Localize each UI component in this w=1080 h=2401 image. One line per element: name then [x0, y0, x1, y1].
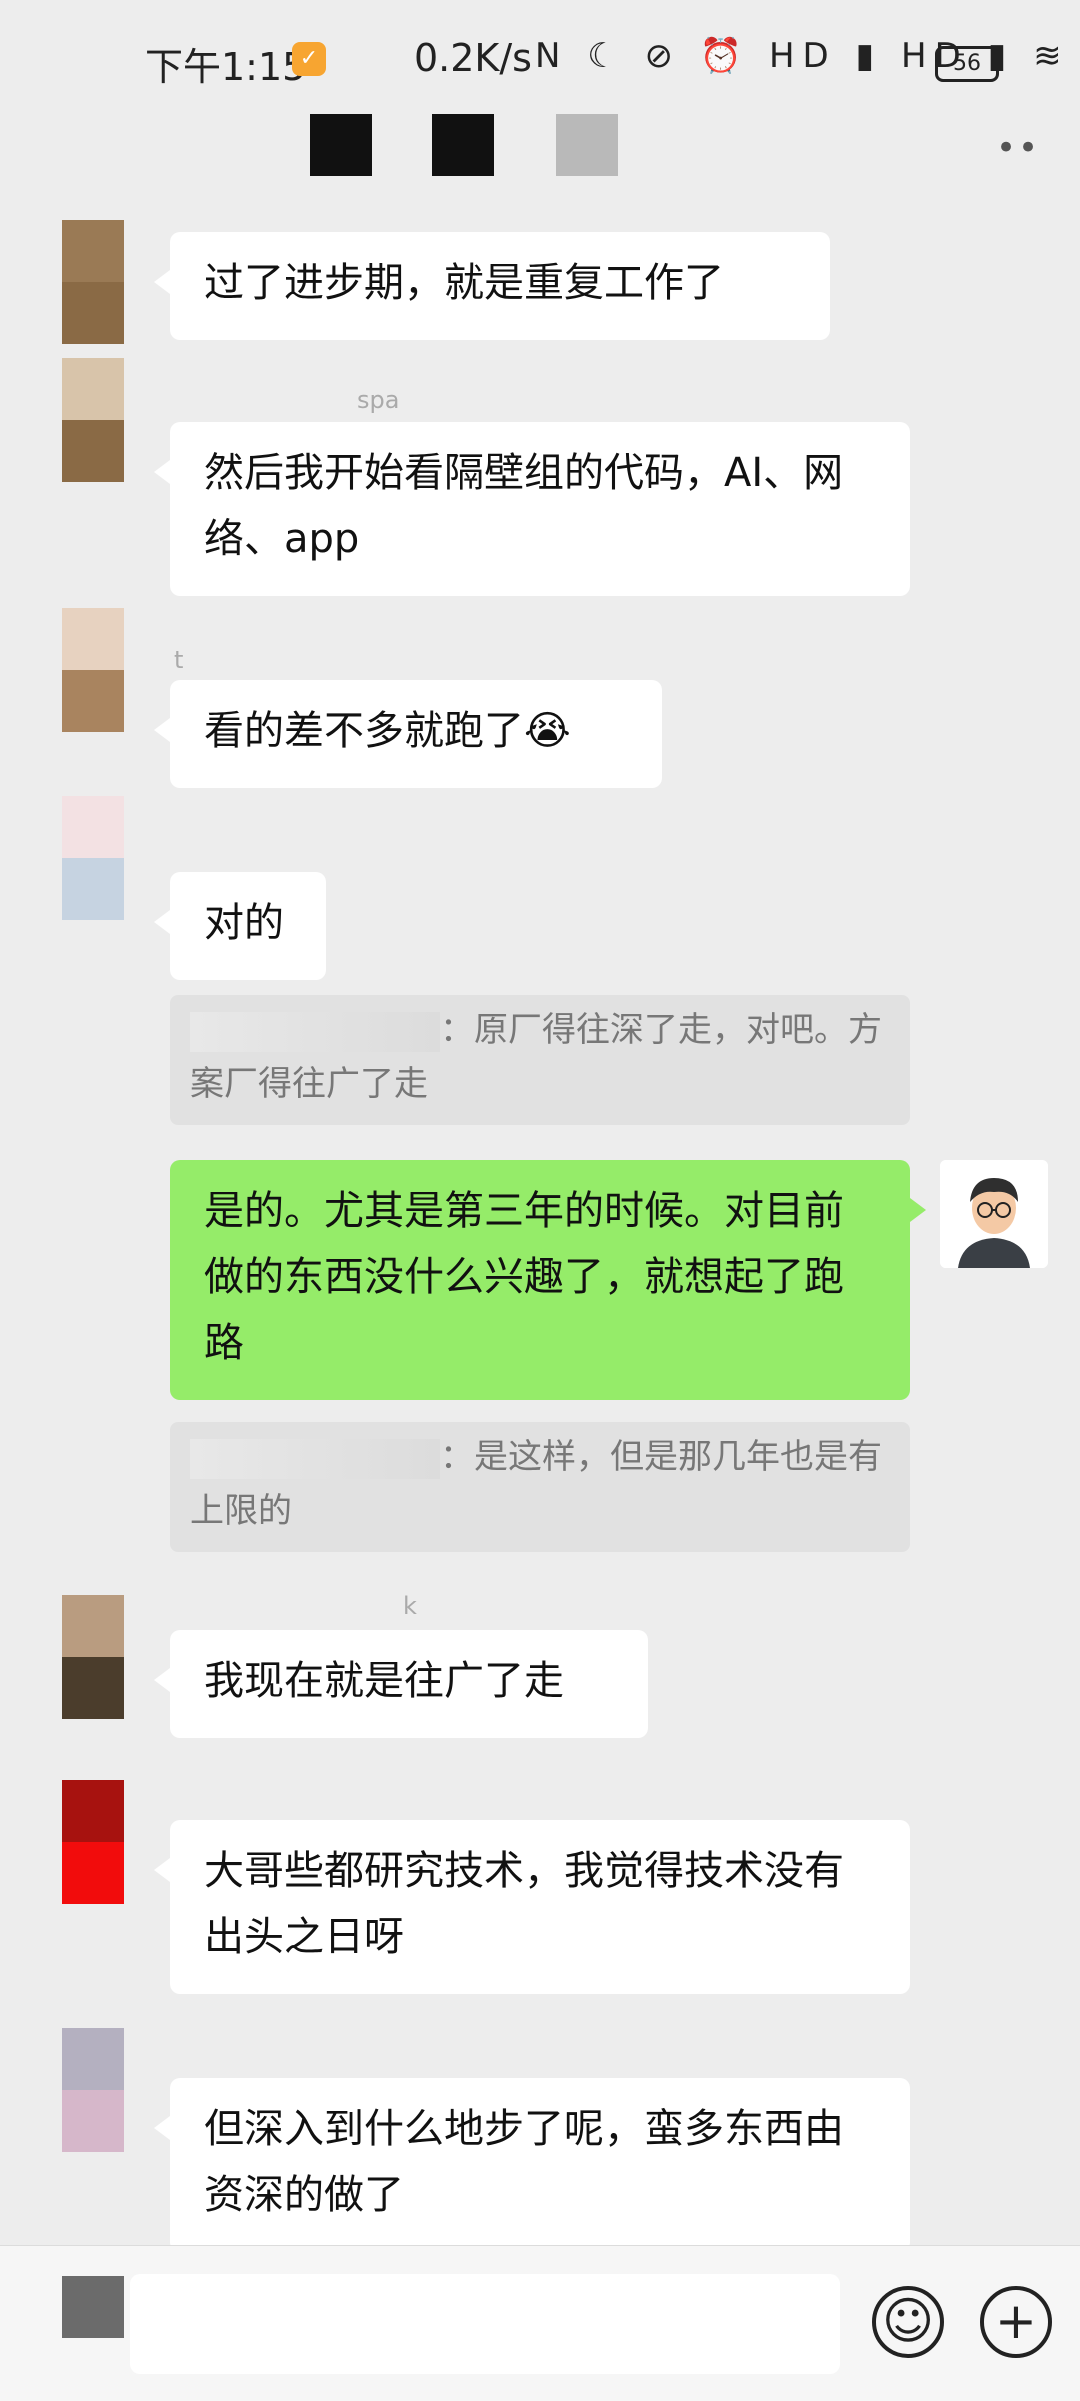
- my-avatar[interactable]: [940, 1160, 1048, 1268]
- message-bubble[interactable]: 对的: [154, 872, 326, 980]
- quoted-reply[interactable]: ：是这样，但是那几年也是有上限的: [170, 1422, 910, 1552]
- battery-icon: 56: [935, 46, 999, 82]
- sender-name: k: [403, 1592, 417, 1620]
- avatar[interactable]: [62, 796, 124, 920]
- message-input-bar: ☺ +: [0, 2245, 1080, 2401]
- chat-list[interactable]: 过了进步期，就是重复工作了 spa 然后我开始看隔壁组的代码，AI、网络、app…: [0, 200, 1080, 2245]
- avatar[interactable]: [62, 358, 124, 482]
- app-badge-icon: ✓: [292, 42, 326, 76]
- avatar[interactable]: [62, 1595, 124, 1719]
- my-message-bubble[interactable]: 是的。尤其是第三年的时候。对目前做的东西没什么兴趣了，就想起了跑路: [170, 1160, 926, 1400]
- title-redaction-3: [556, 114, 618, 176]
- status-time: 下午1:15: [145, 45, 307, 89]
- message-bubble[interactable]: 大哥些都研究技术，我觉得技术没有出头之日呀: [154, 1820, 910, 1994]
- input-side-avatar: [62, 2276, 124, 2338]
- plus-icon[interactable]: +: [980, 2286, 1052, 2358]
- quote-author-redacted: [190, 1438, 440, 1479]
- more-icon[interactable]: ••: [996, 128, 1040, 168]
- sender-name: spa: [357, 386, 400, 414]
- quote-author-redacted: [190, 1011, 440, 1052]
- message-bubble[interactable]: 然后我开始看隔壁组的代码，AI、网络、app: [154, 422, 910, 596]
- avatar[interactable]: [62, 2028, 124, 2152]
- user-avatar-icon: [940, 1160, 1048, 1268]
- message-input[interactable]: [130, 2274, 840, 2374]
- message-bubble[interactable]: 看的差不多就跑了😭: [154, 680, 662, 788]
- message-bubble[interactable]: 我现在就是往广了走: [154, 1630, 648, 1738]
- avatar[interactable]: [62, 608, 124, 732]
- message-bubble[interactable]: 但深入到什么地步了呢，蛮多东西由资深的做了: [154, 2078, 910, 2245]
- title-redaction-1: [310, 114, 372, 176]
- message-bubble[interactable]: 过了进步期，就是重复工作了: [154, 232, 830, 340]
- emoji-icon[interactable]: ☺: [872, 2286, 944, 2358]
- network-speed: 0.2K/s: [414, 36, 532, 80]
- sender-name: t: [174, 646, 184, 674]
- chat-header: ••: [0, 100, 1080, 192]
- avatar[interactable]: [62, 1780, 124, 1904]
- quoted-reply[interactable]: ：原厂得往深了走，对吧。方案厂得往广了走: [170, 995, 910, 1125]
- title-redaction-2: [432, 114, 494, 176]
- avatar[interactable]: [62, 220, 124, 344]
